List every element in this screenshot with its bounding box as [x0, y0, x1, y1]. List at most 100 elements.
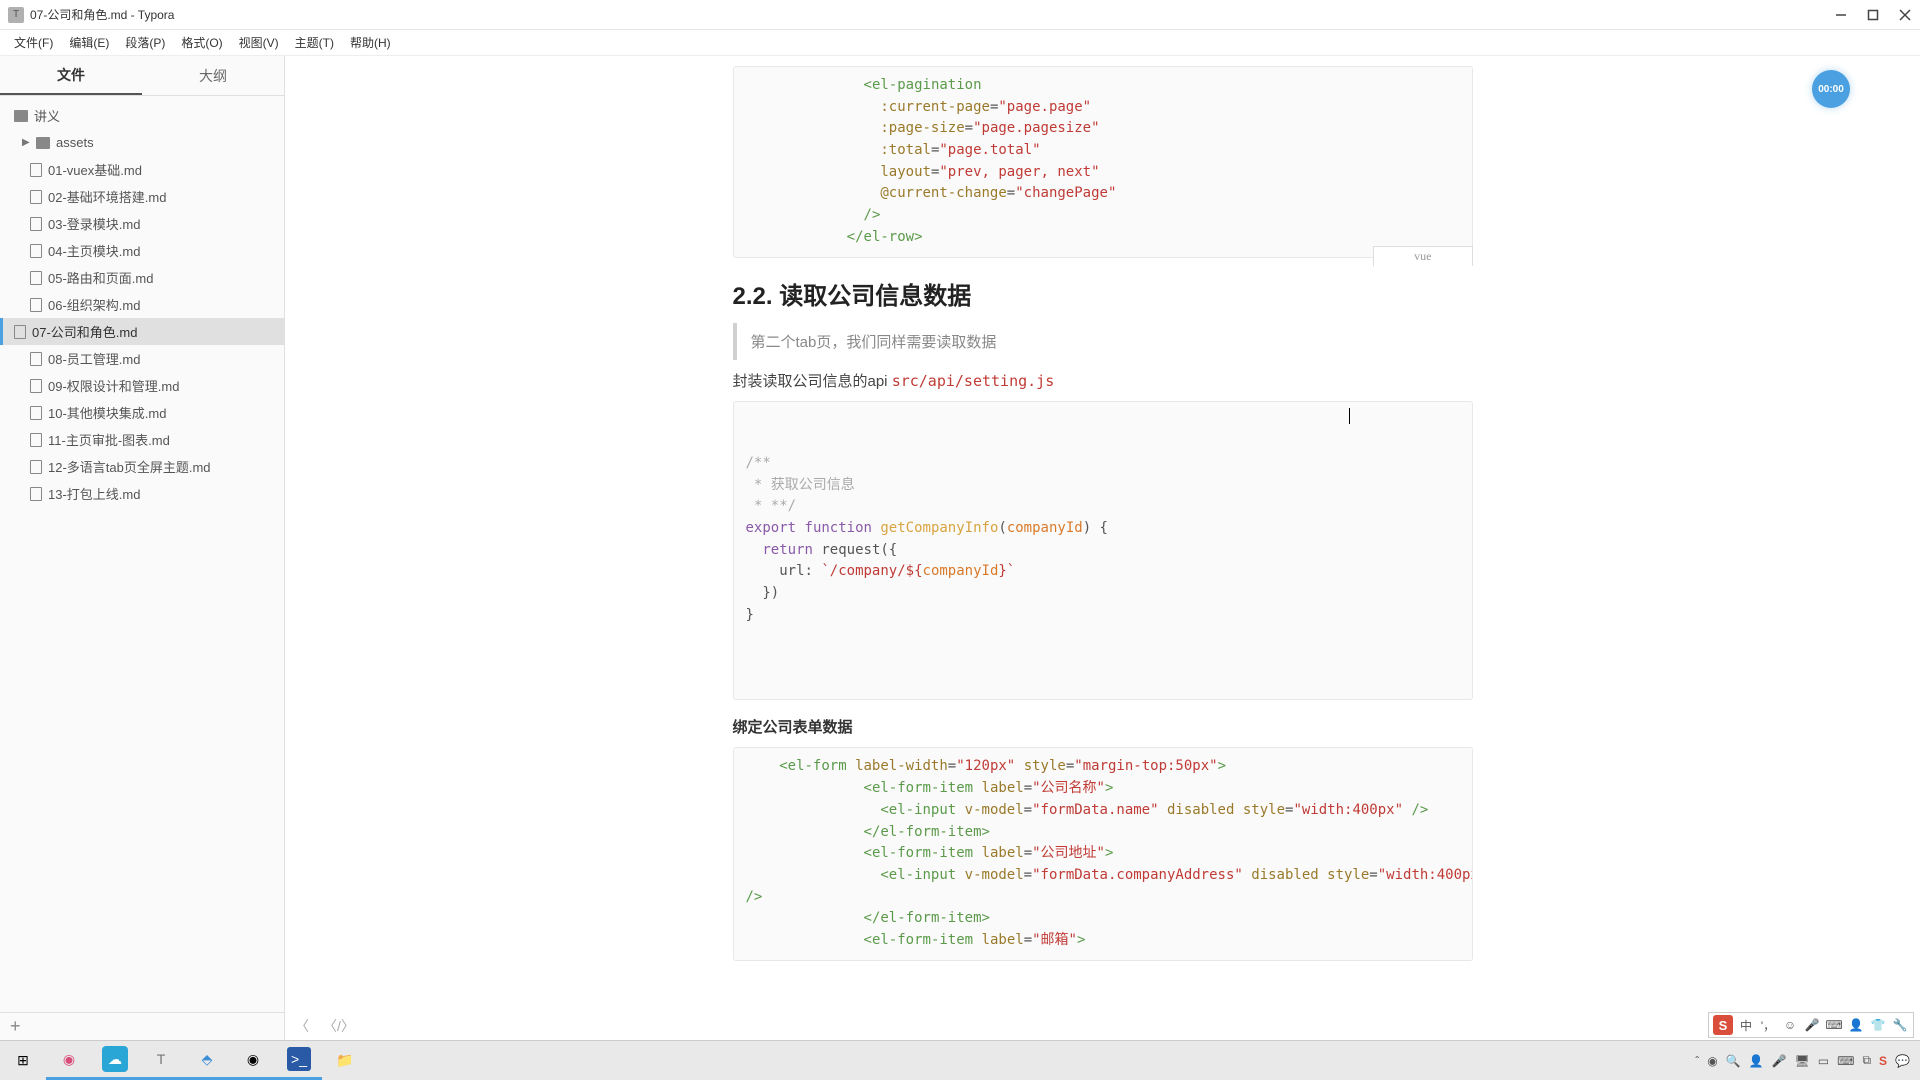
taskbar: ⊞ ◉ ☁ T ⬘ ◉ >_ 📁 ˆ ◉ 🔍 👤 🎤 🖥 ▭ ⌨ ⧉ S 💬 — [0, 1040, 1920, 1080]
tray-app-icon[interactable]: ◉ — [1707, 1054, 1717, 1068]
file-item[interactable]: 08-员工管理.md — [0, 345, 284, 372]
sub-heading: 绑定公司表单数据 — [733, 716, 1473, 737]
ime-skin-icon[interactable]: 👕 — [1869, 1016, 1887, 1034]
taskbar-terminal[interactable]: >_ — [276, 1041, 322, 1080]
folder-label: assets — [56, 135, 94, 150]
file-icon — [30, 352, 42, 366]
file-icon — [30, 271, 42, 285]
desc-text: 封装读取公司信息的api — [733, 373, 892, 390]
ime-tool-icon[interactable]: 🔧 — [1891, 1016, 1909, 1034]
file-item[interactable]: 03-登录模块.md — [0, 210, 284, 237]
code-block-form[interactable]: <el-form label-width="120px" style="marg… — [733, 747, 1473, 960]
maximize-button[interactable] — [1866, 8, 1880, 22]
tray-display-icon[interactable]: 🖥 — [1795, 1054, 1810, 1068]
inline-code: src/api/setting.js — [892, 372, 1055, 390]
blockquote: 第二个tab页，我们同样需要读取数据 — [733, 323, 1473, 360]
taskbar-typora[interactable]: T — [138, 1041, 184, 1080]
sidebar-tab-outline[interactable]: 大纲 — [142, 56, 284, 95]
folder-icon — [14, 110, 28, 122]
paragraph: 封装读取公司信息的api src/api/setting.js — [733, 370, 1473, 391]
taskbar-screenrec[interactable]: ◉ — [46, 1041, 92, 1080]
editor-status-bar: 〈 〈/〉 — [285, 1012, 1920, 1040]
file-label: 08-员工管理.md — [48, 349, 140, 368]
menu-item-6[interactable]: 帮助(H) — [342, 32, 399, 53]
document-content[interactable]: <el-pagination :current-page="page.page"… — [713, 66, 1493, 961]
ime-lang[interactable]: 中 — [1737, 1016, 1755, 1034]
file-label: 05-路由和页面.md — [48, 268, 153, 287]
file-item[interactable]: 09-权限设计和管理.md — [0, 372, 284, 399]
sidebar-footer: + — [0, 1012, 284, 1040]
code-block-api[interactable]: /** * 获取公司信息 * **/ export function getCo… — [733, 401, 1473, 701]
file-icon — [30, 163, 42, 177]
menu-item-0[interactable]: 文件(F) — [6, 32, 61, 53]
section-heading: 2.2. 读取公司信息数据 — [733, 276, 1473, 311]
taskbar-chrome[interactable]: ◉ — [230, 1041, 276, 1080]
ime-keyboard-icon[interactable]: ⌨ — [1825, 1016, 1843, 1034]
file-item[interactable]: 07-公司和角色.md — [0, 318, 284, 345]
code-block-pagination[interactable]: <el-pagination :current-page="page.page"… — [733, 66, 1473, 258]
menu-item-5[interactable]: 主题(T) — [287, 32, 342, 53]
folder-root[interactable]: 讲义 — [0, 102, 284, 129]
titlebar: T 07-公司和角色.md - Typora — [0, 0, 1920, 30]
tray-notifications-icon[interactable]: 💬 — [1895, 1054, 1910, 1068]
file-icon — [30, 379, 42, 393]
menu-item-2[interactable]: 段落(P) — [117, 32, 173, 53]
ime-punct-icon[interactable]: '， — [1759, 1016, 1777, 1034]
taskbar-start[interactable]: ⊞ — [0, 1041, 46, 1080]
file-tree: 讲义 ▶ assets 01-vuex基础.md 02-基础环境搭建.md 03-登… — [0, 96, 284, 1012]
tray-people-icon[interactable]: 👤 — [1749, 1054, 1764, 1068]
tray-battery-icon[interactable]: ▭ — [1818, 1054, 1829, 1068]
file-item[interactable]: 05-路由和页面.md — [0, 264, 284, 291]
folder-label: 讲义 — [34, 106, 60, 125]
file-item[interactable]: 06-组织架构.md — [0, 291, 284, 318]
taskbar-cloud[interactable]: ☁ — [92, 1041, 138, 1080]
file-icon — [30, 487, 42, 501]
code-language-tab[interactable]: vue — [1373, 246, 1472, 266]
file-item[interactable]: 12-多语言tab页全屏主题.md — [0, 453, 284, 480]
minimize-button[interactable] — [1834, 8, 1848, 22]
tray-link-icon[interactable]: ⧉ — [1862, 1053, 1871, 1068]
source-mode-button[interactable]: 〈/〉 — [323, 1016, 355, 1036]
folder-assets[interactable]: ▶ assets — [0, 129, 284, 156]
file-icon — [30, 406, 42, 420]
new-file-button[interactable]: + — [10, 1016, 21, 1037]
tray-expand-icon[interactable]: ˆ — [1695, 1054, 1699, 1068]
file-icon — [30, 190, 42, 204]
file-label: 06-组织架构.md — [48, 295, 140, 314]
file-item[interactable]: 13-打包上线.md — [0, 480, 284, 507]
menu-item-3[interactable]: 格式(O) — [173, 32, 230, 53]
taskbar-vscode[interactable]: ⬘ — [184, 1041, 230, 1080]
ime-sogou-icon[interactable]: S — [1713, 1015, 1733, 1035]
ime-emoji-icon[interactable]: ☺ — [1781, 1016, 1799, 1034]
file-item[interactable]: 04-主页模块.md — [0, 237, 284, 264]
file-label: 07-公司和角色.md — [32, 322, 137, 341]
tray-mic-icon[interactable]: 🎤 — [1772, 1054, 1787, 1068]
close-button[interactable] — [1898, 8, 1912, 22]
ime-user-icon[interactable]: 👤 — [1847, 1016, 1865, 1034]
taskbar-explorer[interactable]: 📁 — [322, 1041, 368, 1080]
file-item[interactable]: 11-主页审批-图表.md — [0, 426, 284, 453]
file-label: 03-登录模块.md — [48, 214, 140, 233]
file-icon — [30, 217, 42, 231]
file-item[interactable]: 10-其他模块集成.md — [0, 399, 284, 426]
system-tray[interactable]: ˆ ◉ 🔍 👤 🎤 🖥 ▭ ⌨ ⧉ S 💬 — [1685, 1053, 1920, 1068]
folder-icon — [36, 137, 50, 149]
ime-toolbar[interactable]: S 中 '， ☺ 🎤 ⌨ 👤 👕 🔧 — [1708, 1012, 1914, 1038]
file-item[interactable]: 02-基础环境搭建.md — [0, 183, 284, 210]
file-icon — [30, 244, 42, 258]
file-label: 10-其他模块集成.md — [48, 403, 166, 422]
sidebar-tab-files[interactable]: 文件 — [0, 56, 142, 95]
app-icon: T — [8, 7, 24, 23]
file-label: 02-基础环境搭建.md — [48, 187, 166, 206]
back-button[interactable]: 〈 — [295, 1016, 309, 1036]
menu-item-4[interactable]: 视图(V) — [231, 32, 287, 53]
file-label: 13-打包上线.md — [48, 484, 140, 503]
ime-mic-icon[interactable]: 🎤 — [1803, 1016, 1821, 1034]
text-cursor — [1349, 408, 1350, 424]
tray-sogou-icon[interactable]: S — [1879, 1054, 1887, 1068]
file-item[interactable]: 01-vuex基础.md — [0, 156, 284, 183]
tray-search-icon[interactable]: 🔍 — [1726, 1054, 1741, 1068]
menubar: 文件(F)编辑(E)段落(P)格式(O)视图(V)主题(T)帮助(H) — [0, 30, 1920, 56]
tray-keyboard-icon[interactable]: ⌨ — [1837, 1054, 1854, 1068]
menu-item-1[interactable]: 编辑(E) — [61, 32, 117, 53]
